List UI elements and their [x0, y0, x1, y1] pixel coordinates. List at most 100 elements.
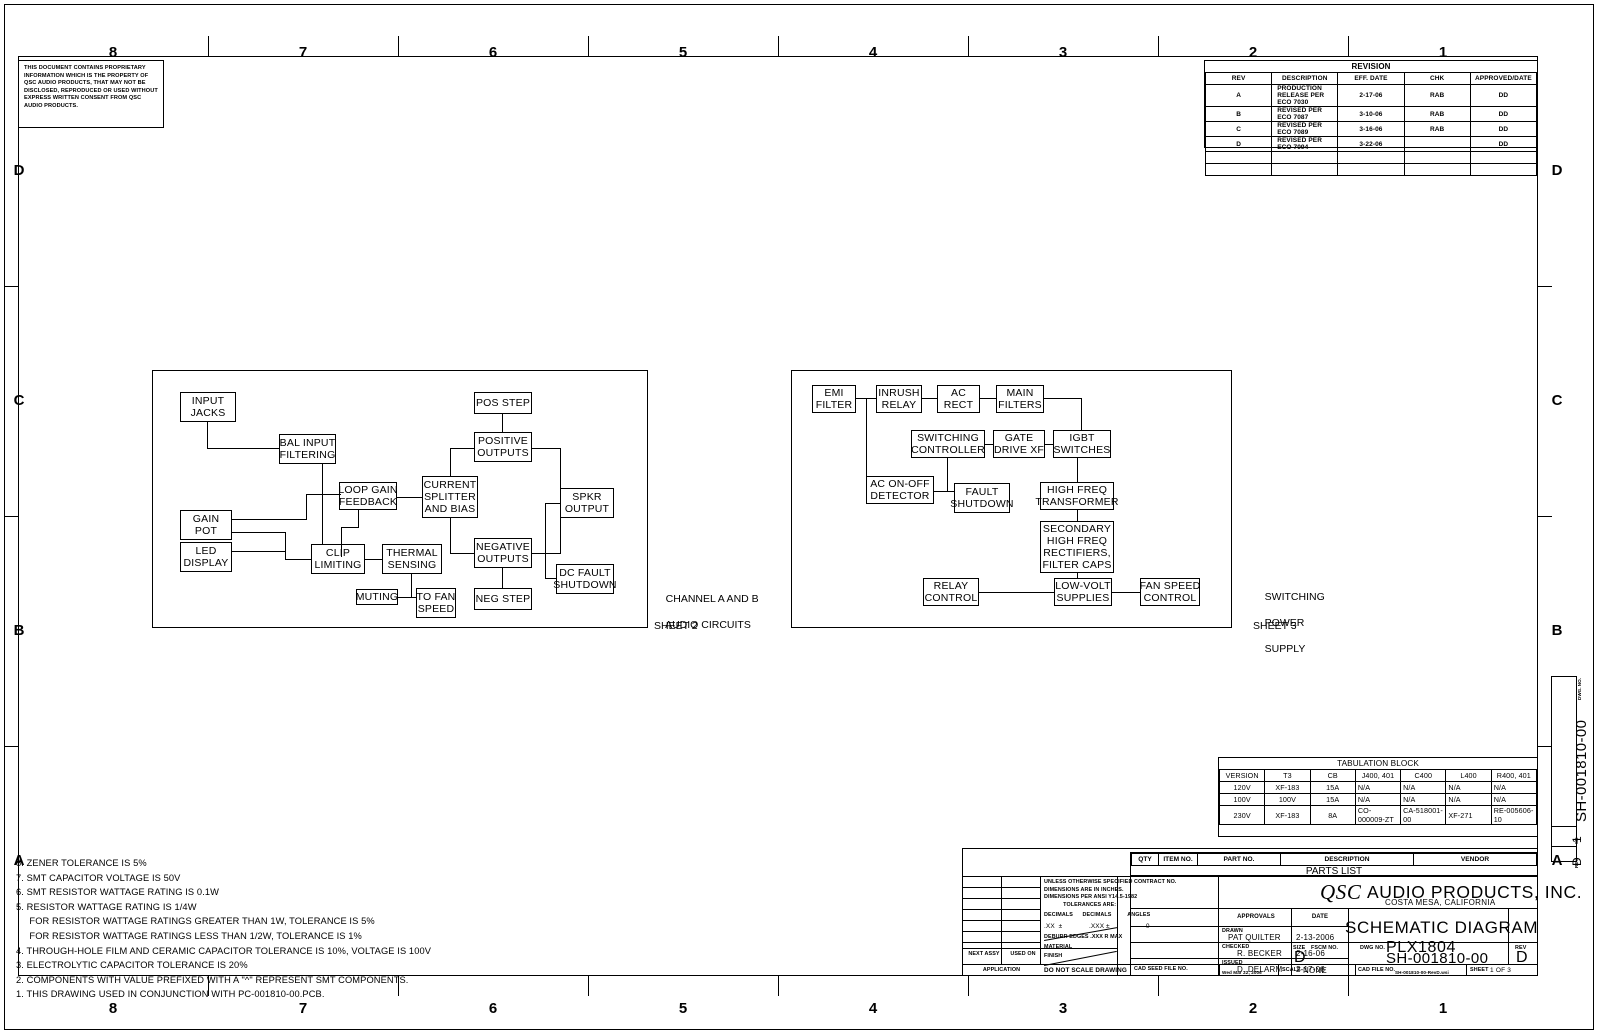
tabulation-cell: N/A	[1400, 793, 1447, 806]
zone-col-5: 5	[678, 1000, 688, 1017]
psu-caption-line3: SUPPLY	[1264, 643, 1306, 655]
wire-bal-down	[322, 464, 324, 545]
wire-posout-right-down	[560, 448, 562, 504]
proprietary-notice: THIS DOCUMENT CONTAINS PROPRIETARY INFOR…	[18, 60, 164, 128]
block-fault-shutdown: FAULT SHUTDOWN	[950, 483, 1014, 513]
wire-negout-to-negstep	[502, 568, 504, 589]
tabulation-cell: CA-518001-00	[1400, 805, 1447, 825]
block-negative-outputs: NEGATIVE OUTPUTS	[474, 538, 532, 568]
wire-relay-to-lowvolt	[979, 592, 1055, 594]
revision-row	[1204, 151, 1538, 164]
next-assy-label: NEXT ASSY	[968, 951, 1000, 957]
revision-cell-description	[1271, 151, 1339, 164]
zone-col-tick	[588, 976, 590, 996]
used-on-label: USED ON	[1010, 951, 1036, 957]
tabulation-cell: N/A	[1400, 781, 1447, 794]
size-value: D	[1294, 949, 1306, 966]
zone-row-D: D	[1551, 162, 1563, 179]
block-high-freq-transformer: HIGH FREQ TRANSFORMER	[1035, 482, 1119, 510]
revision-cell-description: PRODUCTION RELEASE PER ECO 7030	[1271, 84, 1339, 107]
zone-row-tick	[1538, 746, 1552, 748]
dwg-no-value: SH-001810-00	[1386, 950, 1489, 967]
zone-col-tick	[778, 976, 780, 996]
revision-header-approved: APPROVED/DATE	[1469, 72, 1538, 85]
wire-splitter-up	[450, 448, 452, 477]
wire-igbt-to-hftrans	[1077, 458, 1079, 483]
zone-col-tick	[968, 976, 970, 996]
tabulation-cell: XF-271	[1445, 805, 1492, 825]
wire-gate-to-igbt	[1045, 444, 1054, 446]
audio-sheet-ref: SHEET 2	[654, 620, 698, 632]
note-line: 6. SMT RESISTOR WATTAGE RATING IS 0.1W	[16, 887, 220, 898]
block-igbt-switches: IGBT SWITCHES	[1053, 430, 1111, 458]
tabulation-cell: N/A	[1490, 793, 1538, 806]
tb-rule-h3	[1130, 926, 1348, 928]
tabulation-cell: 100V	[1264, 793, 1311, 806]
zone-row-D: D	[13, 162, 25, 179]
note-line: FOR RESISTOR WATTAGE RATINGS LESS THAN 1…	[16, 930, 362, 941]
revision-row	[1204, 163, 1538, 176]
wire-swctrl-to-gate	[985, 444, 994, 446]
checked-by: R. BECKER	[1237, 949, 1282, 958]
edge-rev: D	[1570, 857, 1584, 866]
revision-title: REVISION	[1205, 61, 1537, 73]
revision-cell-eff_date	[1337, 151, 1405, 164]
zone-row-C: C	[1551, 392, 1563, 409]
wire-gain-right	[232, 519, 307, 521]
zone-row-tick	[1538, 286, 1552, 288]
wire-swctrl-to-fault	[934, 491, 955, 493]
wire-dcfault-branch-down	[545, 503, 547, 579]
tabulation-header: CB	[1309, 769, 1356, 782]
block-current-splitter-and-bias: CURRENT SPLITTER AND BIAS	[422, 476, 478, 518]
block-gain-pot: GAIN POT	[180, 510, 232, 540]
note-line: FOR RESISTOR WATTAGE RATINGS GREATER THA…	[16, 916, 375, 927]
wire-gain2-to-clip	[285, 559, 312, 561]
wire-splitter-up-right	[450, 448, 475, 450]
decimals-values: .XX ± .XXX ± 0	[1044, 923, 1150, 930]
wire-loop-down	[358, 510, 360, 528]
zone-row-B: B	[13, 622, 25, 639]
block-inrush-relay: INRUSH RELAY	[876, 385, 922, 413]
wire-gain-up	[306, 494, 308, 520]
tabulation-cell: N/A	[1354, 781, 1402, 794]
notes-list: 8. ZENER TOLERANCE IS 5% 7. SMT CAPACITOR…	[16, 856, 431, 1002]
block-thermal-sensing: THERMAL SENSING	[382, 544, 442, 574]
tb-rule-v9	[1355, 964, 1357, 976]
approvals-label: APPROVALS	[1237, 914, 1275, 920]
zone-row-tick	[1538, 516, 1552, 518]
edge-box-top	[1551, 676, 1577, 678]
decimals-label: DECIMALS DECIMALS ANGLES	[1044, 912, 1151, 918]
scale-value: NONE	[1303, 966, 1327, 975]
wire-jacks-down	[207, 422, 209, 449]
fscm-label: FSCM NO.	[1311, 945, 1339, 951]
block-spkr-output: SPKR OUTPUT	[560, 488, 614, 518]
wire-loop-left-down	[341, 527, 343, 557]
wire-swctrl-down	[947, 458, 949, 492]
block-neg-step: NEG STEP	[474, 588, 532, 610]
wire-posstep-to-posout	[502, 414, 504, 433]
block-emi-filter: EMI FILTER	[812, 385, 856, 413]
zone-col-7: 7	[298, 44, 308, 61]
note-line: 2. COMPONENTS WITH VALUE PREFIXED WITH A…	[16, 974, 409, 985]
revision-cell-eff_date: 3-16-06	[1337, 121, 1405, 137]
tabulation-cell: 230V	[1218, 805, 1266, 825]
zone-row-tick	[4, 746, 18, 748]
revision-cell-description: REVISED PER ECO 7094	[1271, 136, 1339, 152]
rev-value: D	[1516, 949, 1528, 966]
zone-row-tick	[4, 286, 18, 288]
edge-dwg-no-label: DWG. NO.	[1577, 678, 1582, 700]
audio-caption: CHANNEL A AND B AUDIO CIRCUITS	[654, 580, 759, 645]
wire-lowvolt-to-fan	[1112, 592, 1141, 594]
block-pos-step: POS STEP	[474, 392, 532, 414]
revision-cell-rev	[1204, 163, 1273, 176]
finish-label: FINISH	[1044, 953, 1063, 959]
zone-row-C: C	[13, 392, 25, 409]
tabulation-header: R400, 401	[1490, 769, 1538, 782]
tb-grid-h4	[962, 920, 1041, 921]
block-switching-controller: SWITCHING CONTROLLER	[911, 430, 985, 458]
wire-clip-to-thermal	[365, 559, 383, 561]
wire-negout-right	[532, 553, 561, 555]
revision-row: A PRODUCTION RELEASE PER ECO 7030 2-17-06 R…	[1204, 84, 1538, 107]
company-logo: QSC	[1320, 880, 1362, 904]
zone-col-2: 2	[1248, 44, 1258, 61]
